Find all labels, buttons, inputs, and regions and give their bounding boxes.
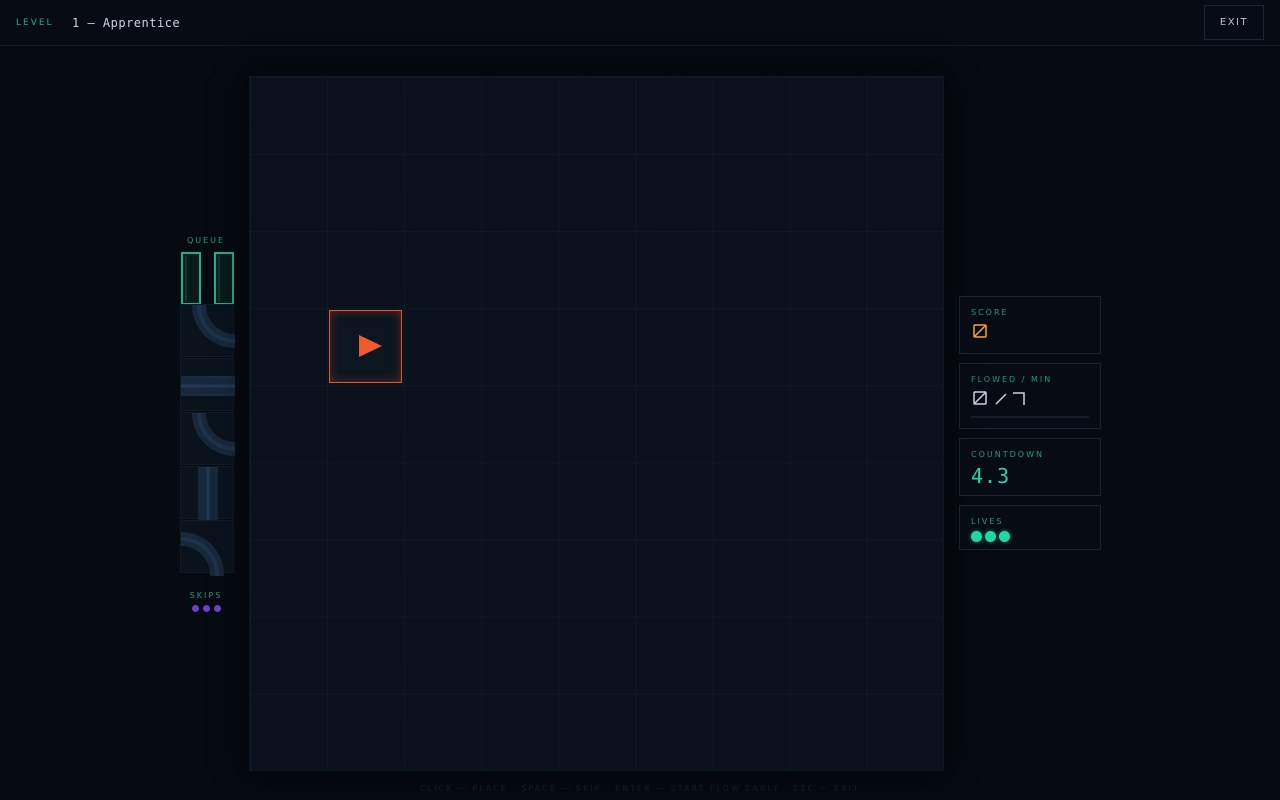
straight-pipe-icon [198, 467, 218, 520]
straight-pipe-icon [181, 376, 235, 396]
score-title: SCORE [971, 308, 1009, 317]
skip-dot [192, 605, 199, 612]
skip-dot [214, 605, 221, 612]
flowed-panel: FLOWED / MIN [959, 363, 1101, 429]
top-bar: LEVEL 1 — Apprentice EXIT [0, 0, 1280, 46]
skips-indicator [192, 605, 221, 612]
queue-piece-2 [180, 304, 236, 357]
curve-pipe-icon [192, 304, 236, 348]
life-dot [985, 531, 996, 542]
source-tile [329, 310, 402, 383]
queue-piece-4 [180, 412, 236, 465]
queue-piece-3 [180, 358, 235, 411]
queue-piece-current[interactable] [180, 250, 234, 305]
skips-title: SKIPS [189, 591, 223, 600]
queue-piece-6 [180, 520, 234, 577]
score-value [973, 324, 987, 338]
countdown-panel: COUNTDOWN 4.3 [959, 438, 1101, 496]
flowed-progress-bar [971, 416, 1089, 418]
level-name: 1 — Apprentice [72, 16, 181, 30]
flowed-value [973, 391, 1025, 405]
skip-dot [203, 605, 210, 612]
curve-pipe-icon [180, 532, 224, 577]
play-arrow-icon [359, 335, 382, 357]
game-board[interactable] [249, 76, 944, 771]
level-label: LEVEL [16, 18, 54, 28]
queue-piece-5 [180, 466, 234, 520]
life-dot [999, 531, 1010, 542]
flowed-title: FLOWED / MIN [971, 375, 1053, 384]
lives-indicator [971, 531, 1010, 542]
controls-hint: CLICK — PLACE · SPACE — SKIP · ENTER — S… [420, 784, 860, 793]
score-panel: SCORE [959, 296, 1101, 354]
lives-panel: LIVES [959, 505, 1101, 550]
countdown-value: 4.3 [971, 464, 1011, 488]
lives-title: LIVES [971, 517, 1004, 526]
exit-button[interactable]: EXIT [1204, 5, 1264, 40]
queue-title: QUEUE [186, 236, 226, 245]
cross-pipe-icon [181, 252, 234, 305]
life-dot [971, 531, 982, 542]
curve-pipe-icon [192, 412, 236, 456]
countdown-title: COUNTDOWN [971, 450, 1044, 459]
